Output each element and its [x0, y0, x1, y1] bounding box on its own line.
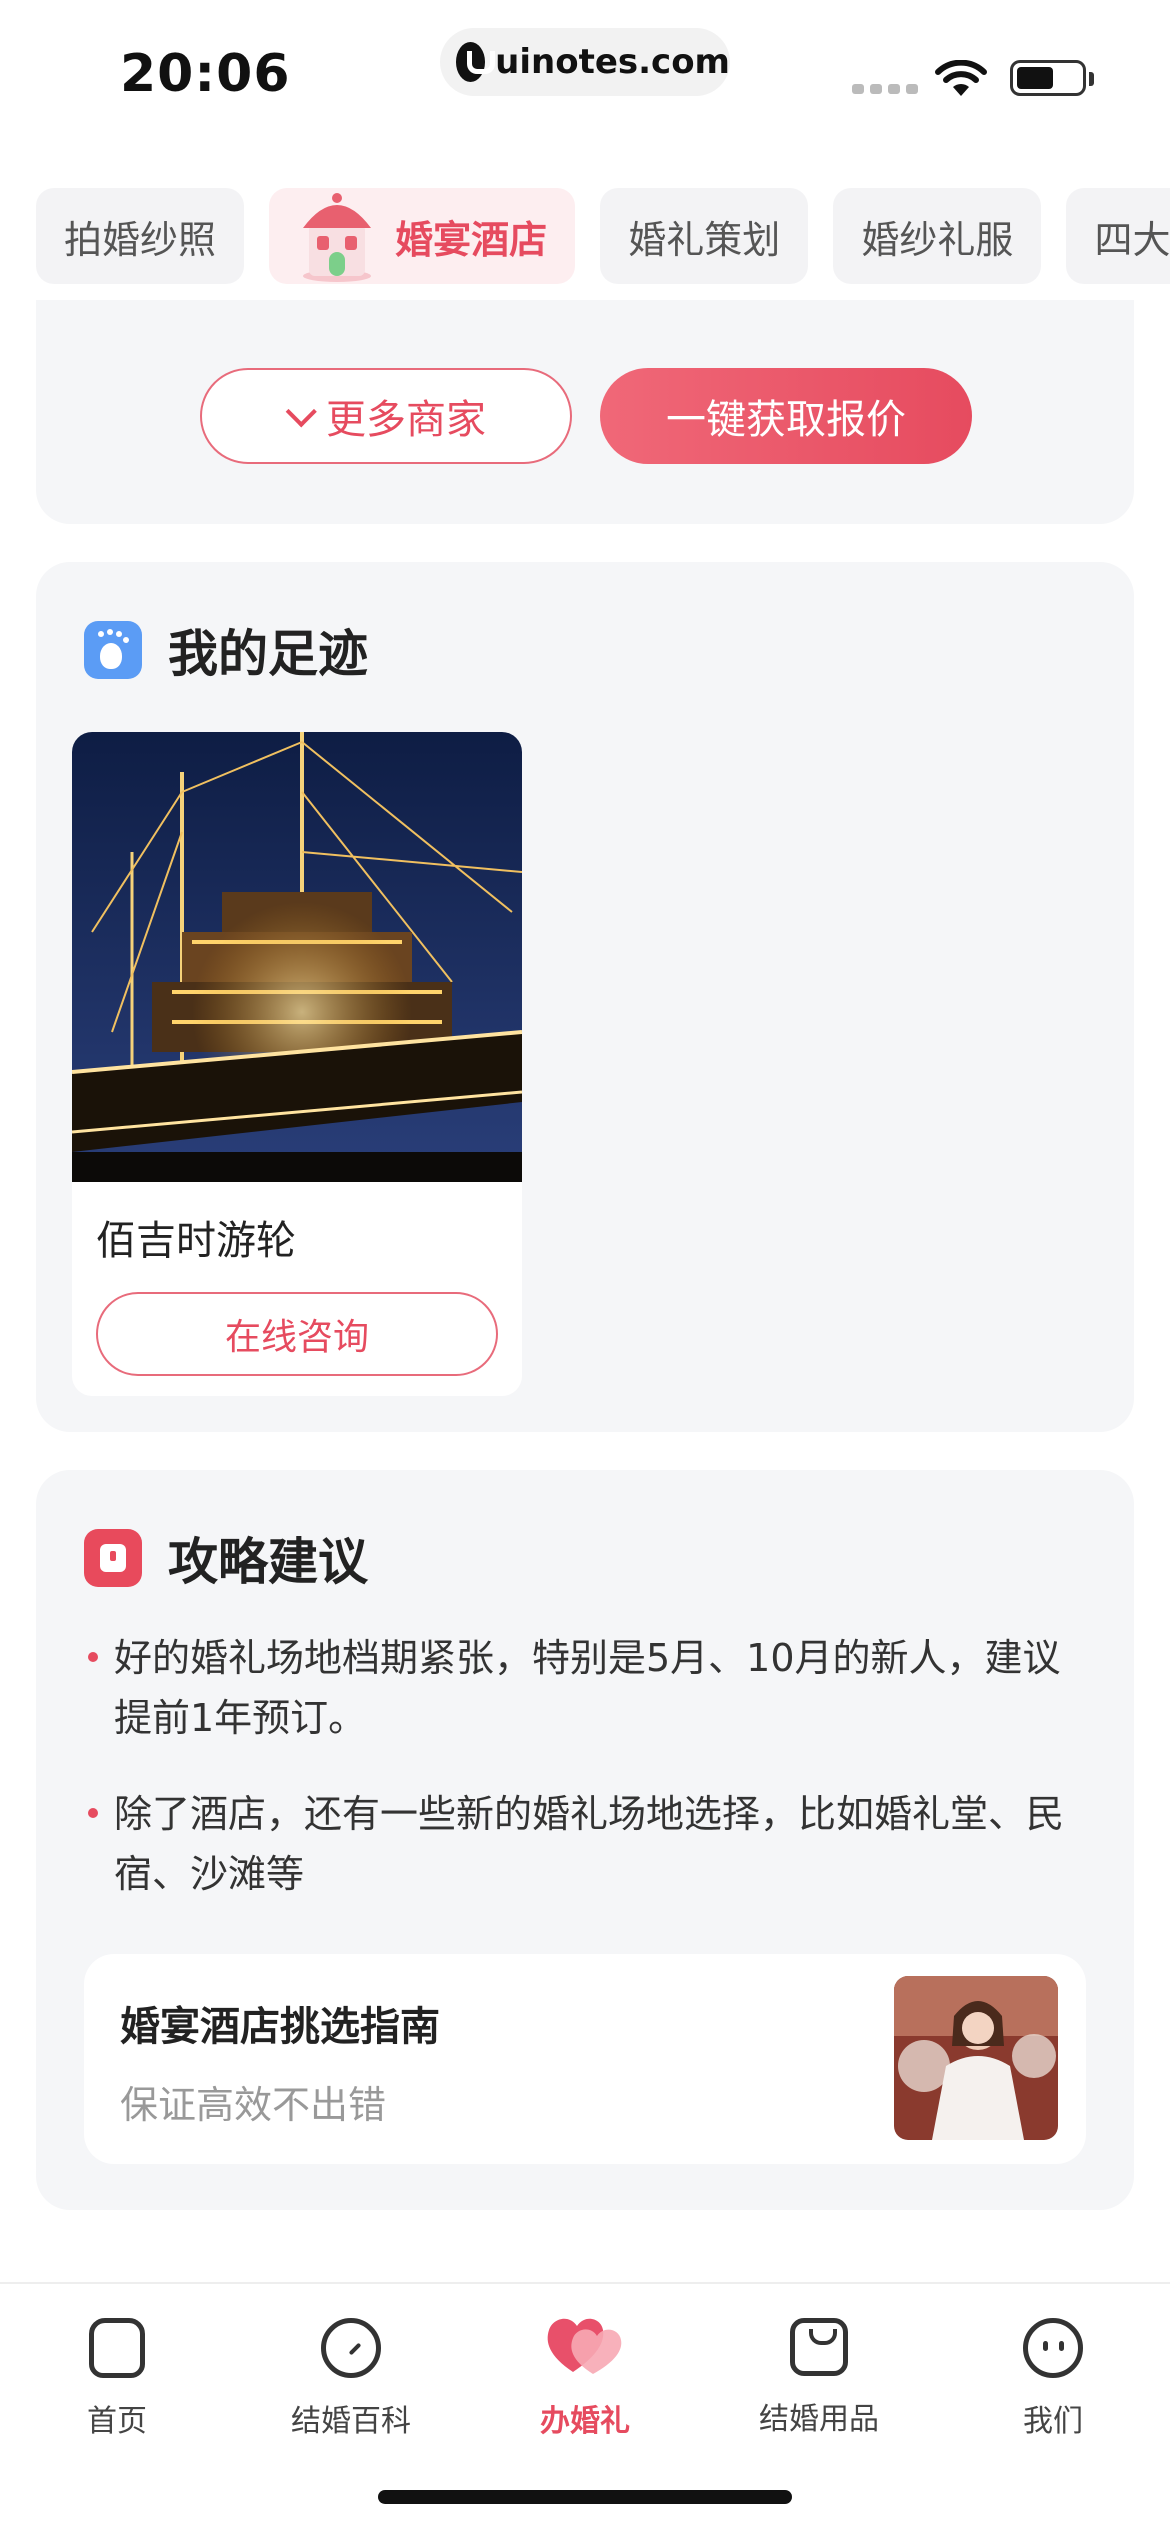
- face-icon: [1023, 2318, 1083, 2378]
- merchant-actions-card: 更多商家 一键获取报价: [36, 300, 1134, 524]
- signal-icon: [852, 84, 918, 94]
- nav-wedding-supplies[interactable]: 结婚用品: [702, 2284, 936, 2454]
- nav-label: 我们: [1023, 2404, 1083, 2439]
- footprint-card: 我的足迹 佰吉时游轮 在线咨询: [36, 562, 1134, 1432]
- guide-subtitle: 保证高效不出错: [120, 2083, 387, 2127]
- compass-icon: [321, 2318, 381, 2378]
- category-tabs: 拍婚纱照 婚宴酒店 婚礼策划 婚纱礼服 四大: [36, 188, 1170, 284]
- bag-icon: [790, 2318, 848, 2376]
- tip-item: 好的婚礼场地档期紧张，特别是5月、10月的新人，建议提前1年预订。: [86, 1628, 1096, 1748]
- tab-wedding-planning[interactable]: 婚礼策划: [600, 188, 809, 284]
- bride-thumbnail-image: [894, 1976, 1058, 2140]
- tips-header: 攻略建议: [84, 1522, 368, 1594]
- tab-label: 婚宴酒店: [395, 217, 548, 262]
- get-quote-button[interactable]: 一键获取报价: [600, 368, 972, 464]
- venue-card[interactable]: 佰吉时游轮 在线咨询: [72, 732, 522, 1396]
- nav-encyclopedia[interactable]: 结婚百科: [234, 2284, 468, 2454]
- bullet-icon: [88, 1808, 98, 1818]
- footprint-header: 我的足迹: [84, 614, 368, 686]
- battery-icon: [1010, 60, 1086, 96]
- cruise-ship-image: [72, 732, 522, 1182]
- home-indicator[interactable]: [378, 2490, 792, 2504]
- tab-wedding-dress[interactable]: 婚纱礼服: [833, 188, 1042, 284]
- tip-text: 好的婚礼场地档期紧张，特别是5月、10月的新人，建议提前1年预订。: [114, 1636, 1061, 1740]
- bullet-icon: [88, 1652, 98, 1662]
- chevron-down-icon: [285, 396, 317, 428]
- consult-online-button[interactable]: 在线咨询: [96, 1292, 498, 1376]
- status-bar: 20:06 uinotes.com: [0, 0, 1170, 150]
- guide-title: 婚宴酒店挑选指南: [120, 2004, 440, 2050]
- tips-book-icon: [84, 1529, 142, 1587]
- url-pill[interactable]: uinotes.com: [440, 28, 730, 96]
- hotel-guide-card[interactable]: 婚宴酒店挑选指南 保证高效不出错: [84, 1954, 1086, 2164]
- tab-banquet-hotel[interactable]: 婚宴酒店: [269, 188, 576, 284]
- home-icon: [89, 2318, 145, 2378]
- venue-name: 佰吉时游轮: [96, 1218, 296, 1264]
- nav-label: 办婚礼: [540, 2404, 630, 2439]
- nav-label: 结婚用品: [759, 2402, 879, 2437]
- nav-home[interactable]: 首页: [0, 2284, 234, 2454]
- heart-icon: [547, 2318, 622, 2374]
- tips-card: 攻略建议 好的婚礼场地档期紧张，特别是5月、10月的新人，建议提前1年预订。 除…: [36, 1470, 1134, 2210]
- wifi-icon: [935, 60, 987, 96]
- nav-us[interactable]: 我们: [936, 2284, 1170, 2454]
- more-merchants-label: 更多商家: [326, 397, 486, 443]
- tip-item: 除了酒店，还有一些新的婚礼场地选择，比如婚礼堂、民宿、沙滩等: [86, 1784, 1096, 1904]
- footprint-icon: [84, 621, 142, 679]
- more-merchants-button[interactable]: 更多商家: [200, 368, 572, 464]
- tips-title: 攻略建议: [168, 1533, 368, 1591]
- site-logo-icon: [456, 42, 496, 82]
- url-text: uinotes.com: [495, 42, 730, 82]
- tab-four-major[interactable]: 四大: [1066, 188, 1170, 284]
- footprint-title: 我的足迹: [168, 625, 368, 683]
- hotel-house-icon: [303, 193, 372, 282]
- tip-text: 除了酒店，还有一些新的婚礼场地选择，比如婚礼堂、民宿、沙滩等: [114, 1792, 1065, 1896]
- status-time: 20:06: [120, 44, 291, 104]
- nav-label: 首页: [87, 2404, 147, 2439]
- nav-plan-wedding[interactable]: 办婚礼: [468, 2284, 702, 2454]
- tab-wedding-photo[interactable]: 拍婚纱照: [36, 188, 245, 284]
- nav-label: 结婚百科: [291, 2404, 411, 2439]
